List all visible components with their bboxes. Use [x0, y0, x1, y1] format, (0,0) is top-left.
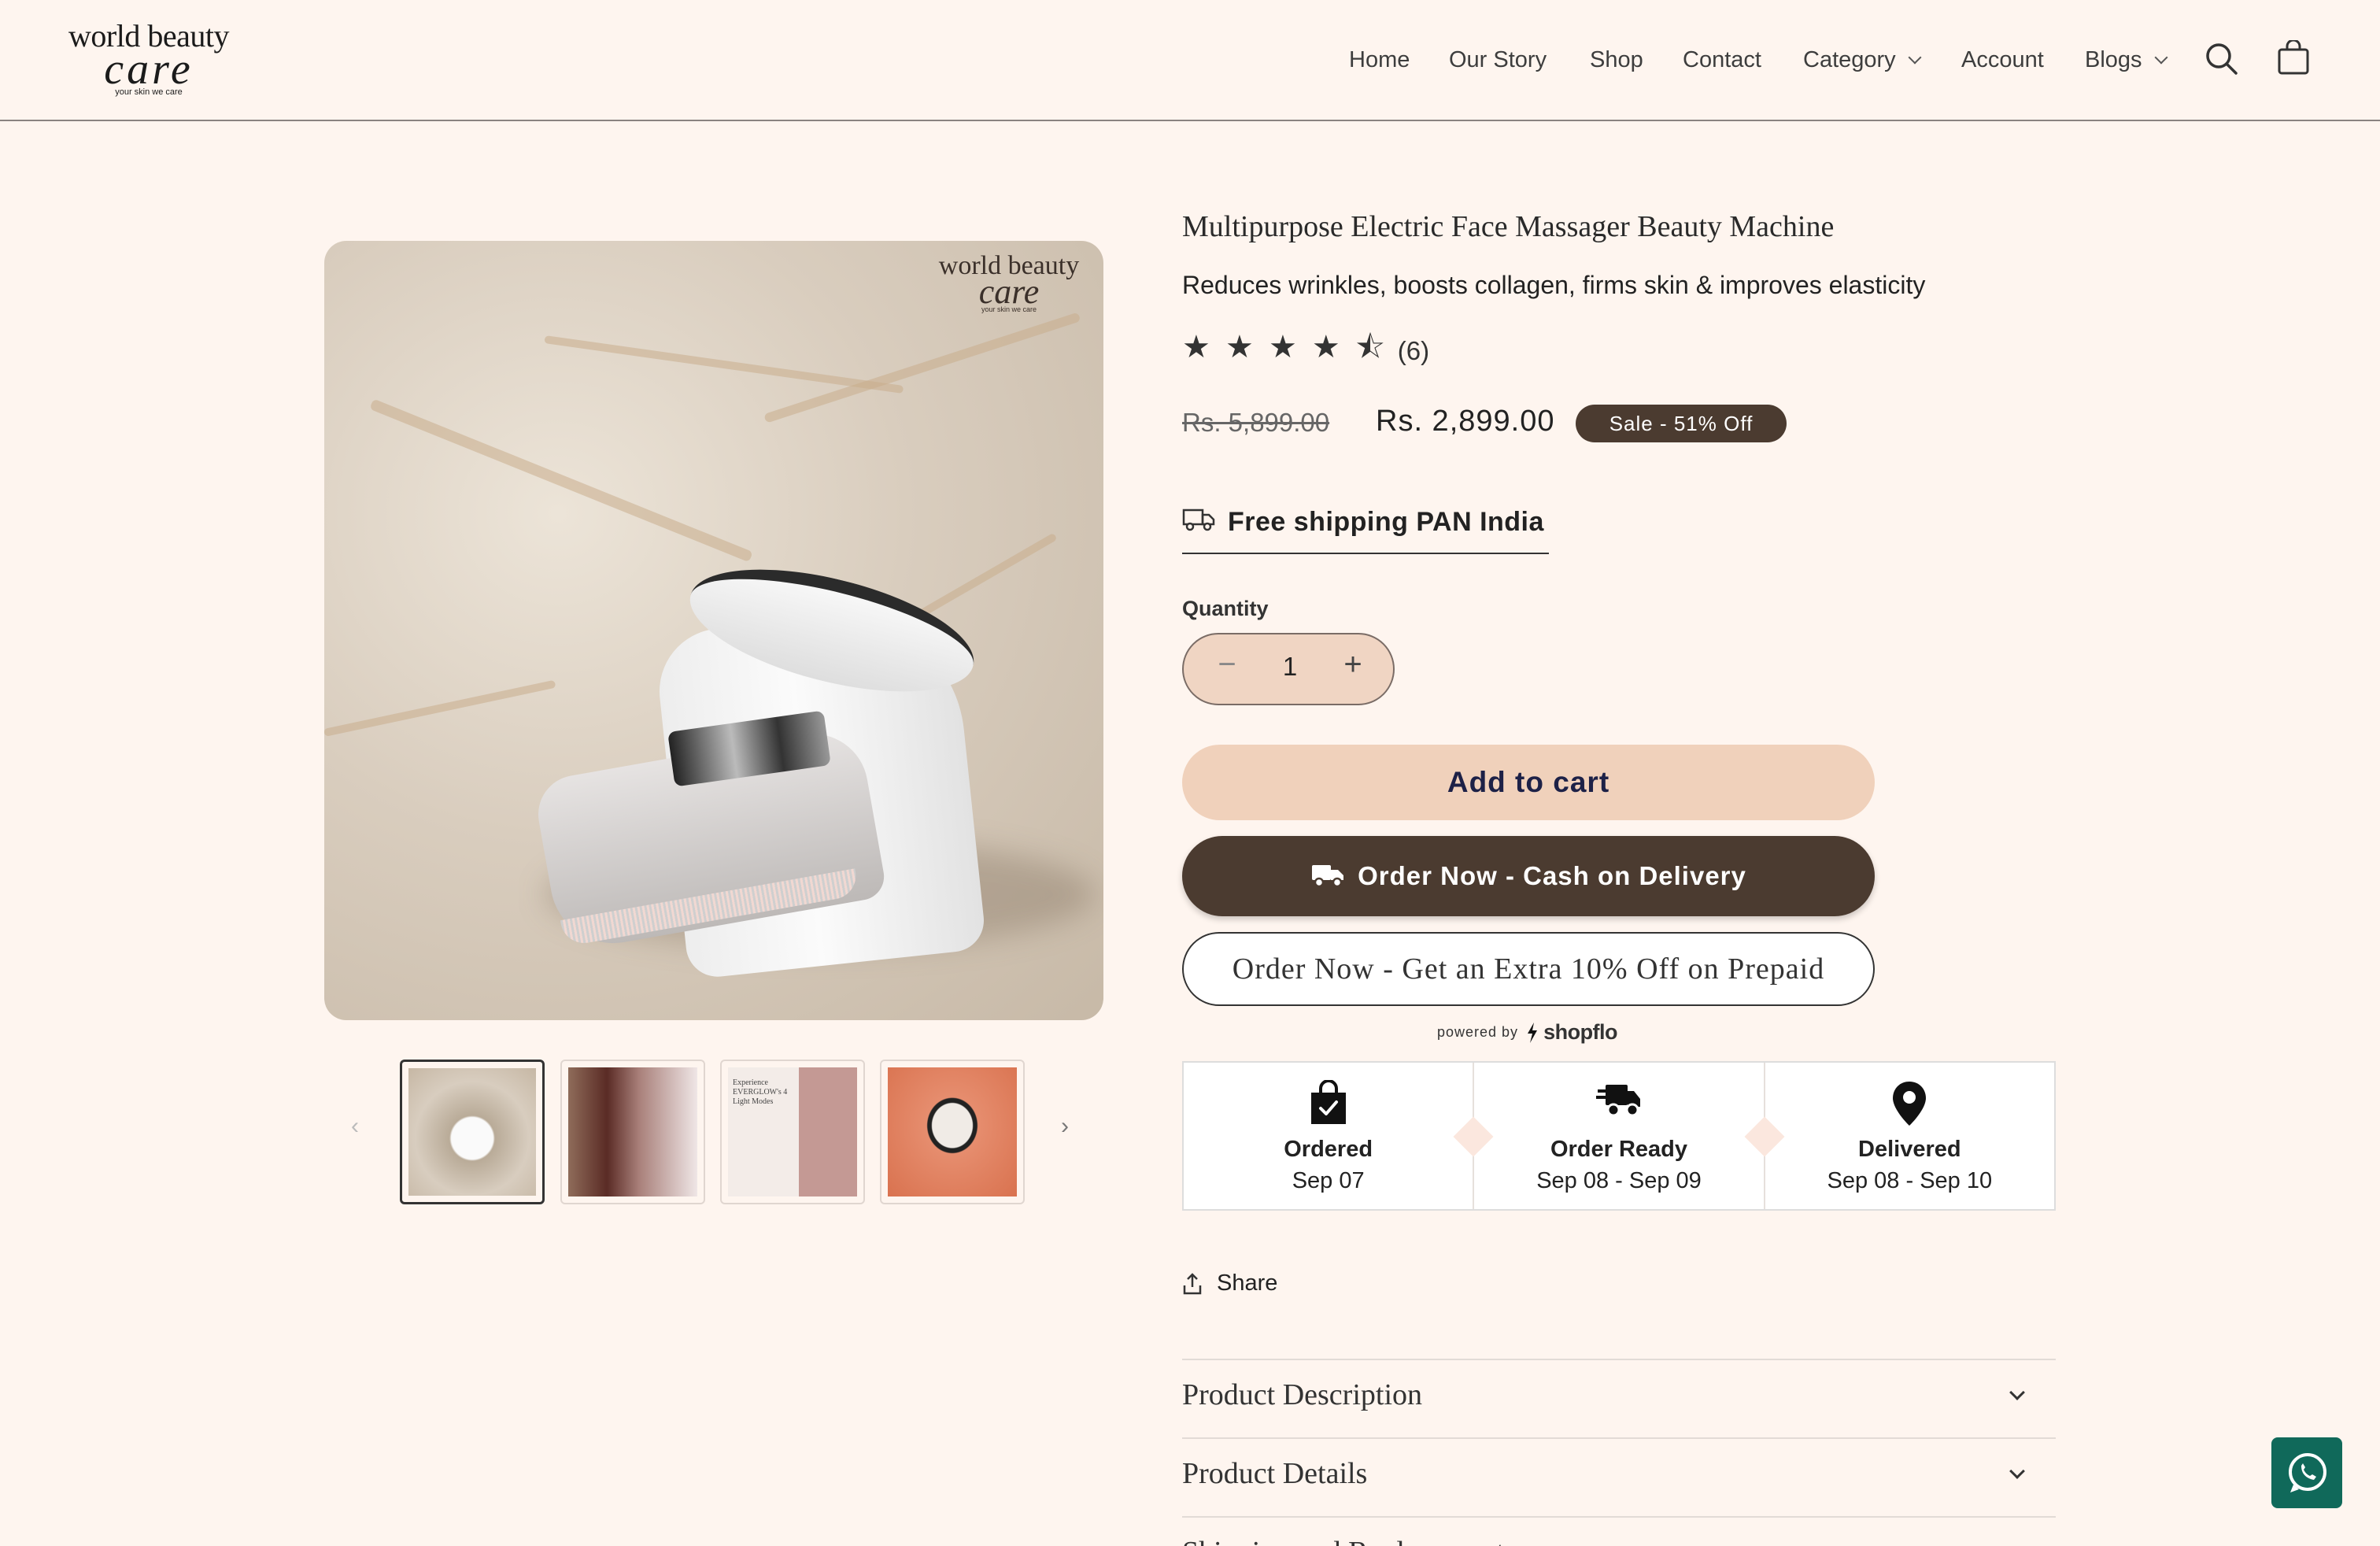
truck-icon: [1182, 509, 1215, 531]
chevron-down-icon: [2009, 1463, 2025, 1479]
timeline-label: Order Ready: [1550, 1137, 1688, 1162]
nav-home[interactable]: Home: [1349, 47, 1410, 73]
thumbnail-image: Experience EVERGLOW's 4 Light Modes: [728, 1067, 857, 1196]
powered-by: powered by shopflo: [1437, 1020, 1618, 1045]
product-subtitle: Reduces wrinkles, boosts collagen, firms…: [1182, 271, 1926, 299]
product-main-image[interactable]: world beauty care your skin we care: [324, 241, 1103, 1020]
order-prepaid-button[interactable]: Order Now - Get an Extra 10% Off on Prep…: [1182, 932, 1875, 1006]
search-icon[interactable]: [2204, 42, 2239, 76]
powered-by-brand: shopflo: [1543, 1020, 1618, 1044]
review-count: (6): [1397, 336, 1430, 365]
quantity-increase-button[interactable]: +: [1333, 647, 1373, 682]
order-cod-label: Order Now - Cash on Delivery: [1358, 861, 1746, 890]
timeline-date: Sep 08 - Sep 09: [1536, 1168, 1702, 1193]
chevron-down-icon: [2154, 50, 2168, 64]
thumbnail-4[interactable]: [880, 1060, 1025, 1204]
accordion-label: Product Description: [1182, 1378, 1423, 1411]
timeline-step-delivered: Delivered Sep 08 - Sep 10: [1765, 1063, 2054, 1209]
thumbnail-image: [568, 1067, 697, 1196]
nav-category-label: Category: [1803, 46, 1896, 72]
watermark-line2: care: [978, 272, 1040, 311]
timeline-label: Ordered: [1284, 1137, 1373, 1162]
thumb-prev-arrow[interactable]: ‹: [351, 1113, 359, 1140]
shipping-info: Free shipping PAN India: [1182, 501, 1549, 554]
thumb-next-arrow[interactable]: ›: [1061, 1113, 1069, 1140]
timeline-date: Sep 07: [1292, 1168, 1365, 1193]
rating-stars: ★ ★ ★ ★ ⯪: [1182, 330, 1388, 364]
quantity-decrease-button[interactable]: −: [1207, 647, 1247, 682]
thumbnail-caption: Experience EVERGLOW's 4 Light Modes: [733, 1078, 788, 1106]
accordion-shipping-replacement[interactable]: Shipping and Replacement: [1182, 1516, 2056, 1546]
product-rating[interactable]: ★ ★ ★ ★ ⯪ (6): [1182, 324, 1429, 378]
share-button[interactable]: Share: [1182, 1270, 1277, 1296]
background-branch: [324, 679, 556, 737]
chevron-down-icon: [1908, 50, 1922, 64]
background-branch: [763, 312, 1081, 423]
cart-icon[interactable]: [2276, 40, 2311, 76]
quantity-input[interactable]: 1: [1262, 652, 1318, 682]
add-to-cart-button[interactable]: Add to cart: [1182, 745, 1875, 820]
delivery-truck-icon: [1595, 1085, 1640, 1117]
shipping-label: Free shipping PAN India: [1228, 507, 1544, 537]
timeline-date: Sep 08 - Sep 10: [1827, 1168, 1993, 1193]
timeline-label: Delivered: [1858, 1137, 1961, 1162]
quantity-label: Quantity: [1182, 597, 1269, 620]
accordion-label: Product Details: [1182, 1457, 1368, 1490]
timeline-step-order-ready: Order Ready Sep 08 - Sep 09: [1474, 1063, 1785, 1209]
sale-badge: Sale - 51% Off: [1576, 405, 1787, 442]
thumbnail-1[interactable]: [400, 1060, 545, 1204]
nav-account[interactable]: Account: [1961, 47, 2044, 73]
background-branch: [544, 335, 904, 394]
nav-contact[interactable]: Contact: [1683, 47, 1761, 73]
price-sale: Rs. 2,899.00: [1376, 405, 1555, 438]
delivery-timeline: Ordered Sep 07 Order Ready Sep 08 - Sep …: [1182, 1061, 2056, 1211]
logo-tagline: your skin we care: [115, 87, 183, 97]
chevron-down-icon: [2009, 1385, 2025, 1400]
nav-category[interactable]: Category: [1803, 46, 1922, 73]
order-cod-button[interactable]: Order Now - Cash on Delivery: [1182, 836, 1875, 916]
product-title: Multipurpose Electric Face Massager Beau…: [1182, 210, 1835, 243]
nav-blogs[interactable]: Blogs: [2085, 46, 2168, 73]
share-icon: [1183, 1272, 1202, 1294]
logo-line2: care: [104, 45, 194, 94]
timeline-step-ordered: Ordered Sep 07: [1184, 1063, 1494, 1209]
whatsapp-icon: [2289, 1453, 2326, 1492]
location-pin-icon: [1893, 1082, 1927, 1126]
delivery-truck-icon: [1312, 865, 1344, 888]
thumbnail-2[interactable]: [560, 1060, 705, 1204]
nav-blogs-label: Blogs: [2085, 46, 2142, 72]
quantity-stepper: − 1 +: [1182, 633, 1395, 705]
chevron-down-icon: [2009, 1542, 2025, 1546]
powered-by-label: powered by: [1437, 1024, 1519, 1040]
image-watermark-logo: world beauty care your skin we care: [930, 253, 1088, 314]
whatsapp-chat-button[interactable]: [2271, 1437, 2342, 1508]
watermark-tagline: your skin we care: [981, 305, 1037, 313]
nav-our-story[interactable]: Our Story: [1449, 47, 1547, 73]
accordion-product-details[interactable]: Product Details: [1182, 1437, 2056, 1516]
thumbnail-image: [408, 1068, 536, 1196]
accordion-product-description[interactable]: Product Description: [1182, 1359, 2056, 1437]
site-header: world beauty care your skin we care Home…: [0, 0, 2380, 121]
accordion-label: Shipping and Replacement: [1182, 1535, 1504, 1546]
thumbnail-image: [888, 1067, 1017, 1196]
nav-shop[interactable]: Shop: [1590, 47, 1643, 73]
share-label: Share: [1217, 1270, 1278, 1296]
site-logo[interactable]: world beauty care your skin we care: [58, 20, 239, 99]
price-original: Rs. 5,899.00: [1182, 408, 1330, 437]
thumbnail-3[interactable]: Experience EVERGLOW's 4 Light Modes: [720, 1060, 865, 1204]
background-branch: [369, 398, 753, 563]
shopping-bag-check-icon: [1310, 1080, 1346, 1124]
shopflo-logo-icon: [1528, 1022, 1538, 1043]
